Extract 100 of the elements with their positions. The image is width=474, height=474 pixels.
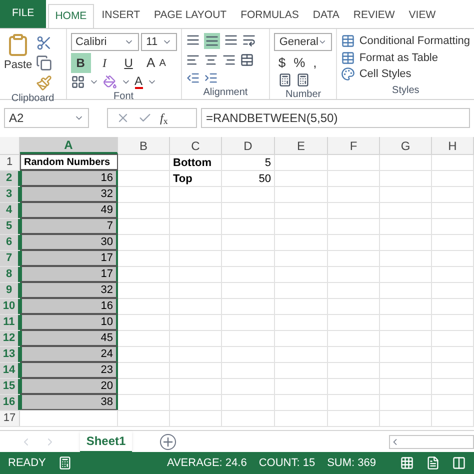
styles-button[interactable]: Conditional Formatting — [341, 33, 470, 50]
row-header[interactable]: 6 — [0, 235, 20, 250]
cell-text: 38 — [100, 394, 113, 410]
row-header[interactable]: 1 — [0, 155, 20, 170]
cell-text: 49 — [100, 202, 113, 218]
ribbon-tab[interactable]: HOME — [48, 4, 94, 28]
file-tab[interactable]: FILE — [0, 0, 46, 28]
number-format-button[interactable]: % — [294, 53, 306, 72]
row-header[interactable]: 14 — [0, 363, 20, 378]
sheet-tab[interactable]: Sheet1 — [80, 430, 132, 452]
group-label: Clipboard — [10, 92, 56, 106]
cell-text: 23 — [100, 362, 113, 378]
ribbon-tab[interactable]: REVIEW — [347, 4, 401, 28]
cell-text: Random Numbers — [24, 156, 110, 170]
group-label: Styles — [391, 84, 420, 98]
font-size-field[interactable]: 11 — [141, 33, 177, 51]
font-color-button[interactable]: A — [134, 75, 143, 89]
wrap-text-icon[interactable] — [242, 33, 256, 47]
format-button[interactable]: U — [118, 53, 139, 73]
column-header[interactable]: A — [20, 137, 118, 154]
ribbon-tab[interactable]: DATA — [306, 4, 346, 28]
cell-text: 20 — [100, 378, 113, 394]
row-header[interactable]: 9 — [0, 283, 20, 298]
cell-text: 17 — [100, 250, 113, 266]
column-header[interactable]: D — [222, 137, 275, 154]
align-left-icon[interactable] — [186, 53, 200, 67]
align-right-icon[interactable] — [222, 53, 236, 67]
cell-text: 17 — [100, 266, 113, 282]
column-header[interactable]: F — [328, 137, 380, 154]
page-layout-icon[interactable] — [426, 456, 440, 470]
ribbon-tab[interactable]: VIEW — [402, 4, 442, 28]
grow-font-button[interactable]: A — [146, 53, 156, 73]
row-header[interactable]: 4 — [0, 203, 20, 218]
styles-button[interactable]: Format as Table — [341, 50, 470, 66]
column-header[interactable]: E — [275, 137, 328, 154]
ribbon-tab[interactable]: INSERT — [96, 4, 146, 28]
cell-text: 32 — [100, 282, 113, 298]
function-button[interactable]: f$_{x}$ — [160, 109, 168, 127]
fill-color-icon[interactable] — [102, 75, 117, 89]
cancel-icon[interactable] — [116, 111, 130, 125]
row-header[interactable]: 8 — [0, 267, 20, 282]
paste-button[interactable]: Paste — [4, 33, 32, 91]
row-header[interactable]: 5 — [0, 219, 20, 234]
cell-text: 45 — [100, 330, 113, 346]
row-header[interactable]: 10 — [0, 299, 20, 314]
cell-text: 7 — [106, 218, 113, 234]
copy-icon[interactable] — [36, 55, 52, 71]
row-header[interactable]: 12 — [0, 331, 20, 346]
row-header[interactable]: 15 — [0, 379, 20, 394]
cell-text: 24 — [100, 346, 113, 362]
status-stat: AVERAGE: 24.6 — [166, 456, 247, 471]
horizontal-scrollbar[interactable] — [389, 434, 474, 448]
column-header[interactable]: B — [118, 137, 170, 154]
styles-button[interactable]: Cell Styles — [341, 66, 470, 82]
row-header[interactable]: 17 — [0, 411, 20, 426]
font-name-field[interactable]: Calibri — [70, 33, 140, 51]
name-box[interactable]: A2 — [4, 108, 89, 128]
status-stat: SUM: 369 — [327, 456, 376, 471]
shrink-font-button[interactable]: A — [159, 56, 166, 70]
column-header[interactable]: G — [380, 137, 432, 154]
number-format-field[interactable]: General — [274, 33, 332, 51]
row-header[interactable]: 2 — [0, 171, 20, 186]
palette-icon — [341, 67, 356, 82]
group-label: Number — [284, 88, 322, 102]
middle-align-icon[interactable] — [204, 33, 220, 49]
row-header[interactable]: 7 — [0, 251, 20, 266]
status-stat: COUNT: 15 — [258, 456, 316, 471]
column-header[interactable]: C — [170, 137, 222, 154]
scissors-icon[interactable] — [36, 35, 52, 51]
column-header[interactable]: H — [432, 137, 474, 154]
add-sheet-icon[interactable] — [160, 434, 176, 450]
cell-text: 16 — [100, 298, 113, 314]
cell-text: Bottom — [173, 156, 212, 171]
row-header[interactable]: 13 — [0, 347, 20, 362]
ribbon-tab[interactable]: PAGE LAYOUT — [148, 4, 233, 28]
bottom-align-icon[interactable] — [224, 33, 238, 47]
page-break-icon[interactable] — [452, 456, 466, 470]
row-header[interactable]: 11 — [0, 315, 20, 330]
normal-view-icon[interactable] — [400, 456, 414, 470]
indent-decrease-icon[interactable] — [186, 71, 200, 85]
format-button[interactable]: B — [70, 53, 91, 73]
merge-icon[interactable] — [240, 53, 254, 67]
group-label: Alignment — [202, 86, 249, 100]
align-center-icon[interactable] — [204, 53, 218, 67]
formula-field[interactable]: =RANDBETWEEN(5,50) — [201, 108, 470, 128]
format-button[interactable]: I — [94, 53, 115, 73]
borders-icon[interactable] — [70, 75, 85, 89]
cell-text: 10 — [100, 314, 113, 330]
row-header[interactable]: 3 — [0, 187, 20, 202]
ribbon-tab[interactable]: FORMULAS — [234, 4, 305, 28]
number-format-button[interactable]: $ — [278, 53, 286, 72]
indent-increase-icon[interactable] — [204, 71, 218, 85]
status-mode: READY — [8, 456, 46, 471]
paintbrush-icon[interactable] — [36, 75, 52, 91]
cell-text: 30 — [100, 234, 113, 250]
number-format-button[interactable]: , — [313, 53, 317, 72]
row-header[interactable]: 16 — [0, 395, 20, 410]
top-align-icon[interactable] — [186, 33, 200, 47]
cell-text: 5 — [264, 156, 271, 171]
group-label: Font — [112, 90, 135, 104]
